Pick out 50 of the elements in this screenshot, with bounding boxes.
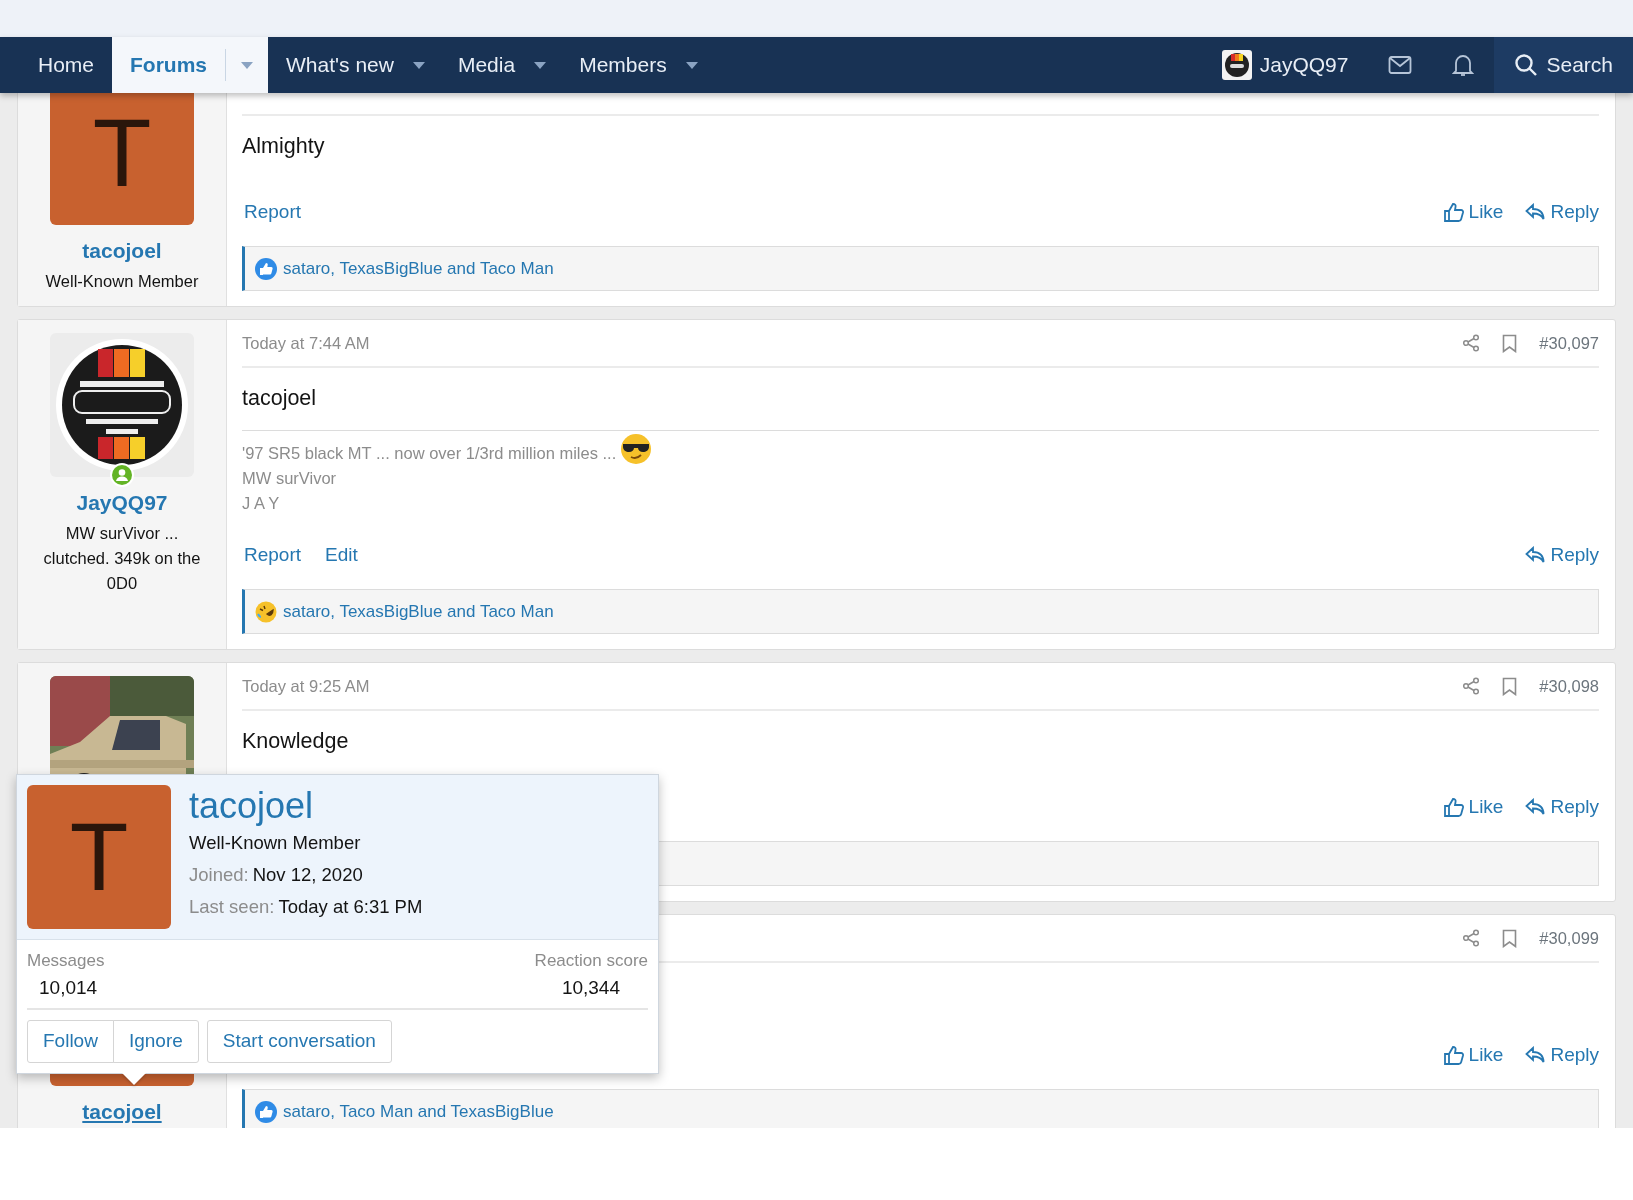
- reactions-link[interactable]: sataro, TexasBigBlue and Taco Man: [283, 598, 554, 625]
- signature-text: MW surVivor: [242, 468, 337, 490]
- stat-label: Reaction score: [534, 950, 648, 972]
- user-title: MW surVivor ... clutched. 349k on the 0D0: [42, 522, 202, 594]
- post-message: Knowledge: [242, 728, 350, 755]
- fact-label: Joined:: [189, 863, 249, 887]
- stat-label: Messages: [27, 950, 106, 972]
- nav-tab[interactable]: Home: [20, 37, 113, 93]
- nav-tab[interactable]: What's new: [268, 37, 412, 93]
- post-number-link[interactable]: #30,099: [1539, 925, 1599, 951]
- account-button[interactable]: JayQQ97: [1201, 37, 1369, 93]
- nav-tab[interactable]: Media: [439, 37, 534, 93]
- post-message: tacojoel: [242, 385, 318, 412]
- fact-value: Nov 12, 2020: [252, 863, 363, 887]
- post-date: Today at 7:44 AM: [242, 332, 370, 354]
- username-link[interactable]: tacojoel: [82, 1096, 162, 1128]
- post-action-link[interactable]: Report: [244, 197, 302, 226]
- reactions-link[interactable]: sataro, TexasBigBlue and Taco Man: [283, 255, 554, 282]
- avatar[interactable]: T: [27, 785, 171, 929]
- reply-button[interactable]: Reply: [1525, 1040, 1599, 1069]
- nav-tab[interactable]: Members: [561, 37, 685, 93]
- signature-text: '97 SR5 black MT ... now over 1/3rd million miles ...: [242, 443, 617, 465]
- reply-button[interactable]: Reply: [1525, 197, 1599, 226]
- username-link[interactable]: tacojoel: [82, 235, 162, 267]
- member-name: tacojoel: [189, 785, 315, 827]
- avatar[interactable]: T: [50, 93, 194, 225]
- username-link[interactable]: JayQQ97: [76, 487, 168, 519]
- ignore-button[interactable]: Ignore: [112, 1020, 199, 1063]
- post-action-link[interactable]: Edit: [325, 540, 358, 569]
- post-message: Almighty: [242, 133, 326, 160]
- post-action-link[interactable]: Report: [244, 540, 302, 569]
- like-button[interactable]: Like: [1443, 792, 1504, 821]
- search-button[interactable]: Search: [1494, 37, 1633, 93]
- like-button[interactable]: Like: [1443, 197, 1504, 226]
- post-number-link[interactable]: #30,098: [1539, 673, 1599, 699]
- like-button[interactable]: Like: [1443, 1040, 1504, 1069]
- signature-text: J A Y: [242, 493, 280, 515]
- fact-label: Last seen:: [189, 895, 275, 919]
- post-date: Today at 9:25 AM: [242, 675, 370, 697]
- stat-value: 10,014: [38, 975, 99, 1000]
- reply-button[interactable]: Reply: [1525, 540, 1599, 569]
- follow-button[interactable]: Follow: [27, 1020, 114, 1063]
- post-number-link[interactable]: #30,097: [1539, 330, 1599, 356]
- user-title: Well-Known Member: [189, 831, 362, 855]
- start-conversation-button[interactable]: Start conversation: [206, 1020, 392, 1063]
- fact-value: Today at 6:31 PM: [278, 895, 423, 919]
- reply-button[interactable]: Reply: [1525, 792, 1599, 821]
- reactions-link[interactable]: sataro, Taco Man and TexasBigBlue: [283, 1098, 554, 1125]
- user-title: Well-Known Member: [44, 270, 200, 292]
- stat-value: 10,344: [560, 975, 621, 1000]
